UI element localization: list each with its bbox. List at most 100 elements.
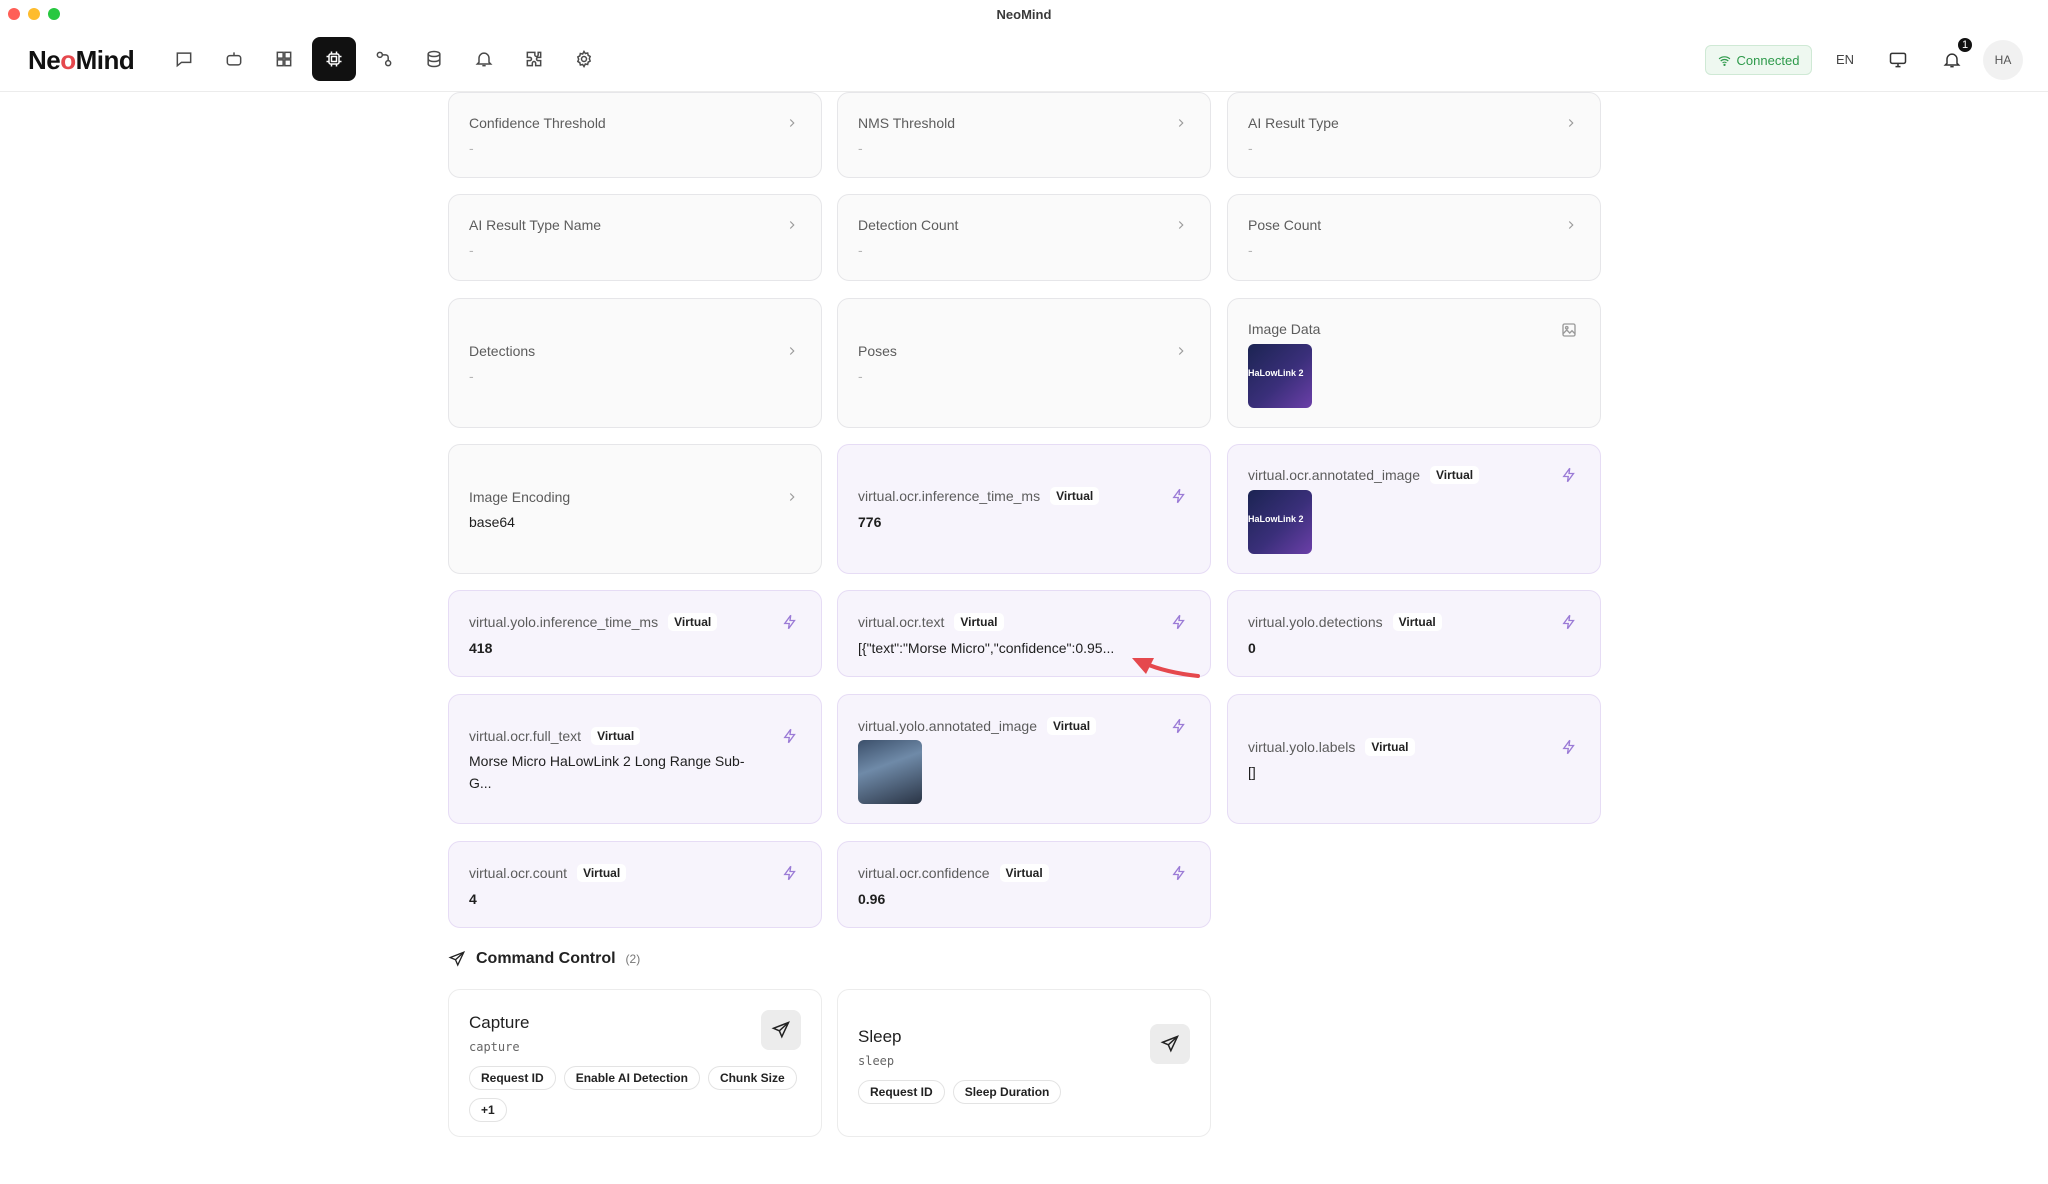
metric-label: AI Result Type bbox=[1248, 115, 1339, 131]
parameter-chip: Request ID bbox=[469, 1066, 556, 1090]
metric-value: - bbox=[469, 368, 474, 384]
maximize-window-button[interactable] bbox=[48, 8, 60, 20]
nav-alerts[interactable] bbox=[462, 37, 506, 81]
minimize-window-button[interactable] bbox=[28, 8, 40, 20]
image-data-thumbnail[interactable]: HaLowLink 2 bbox=[1248, 344, 1312, 408]
nav-settings[interactable] bbox=[562, 37, 606, 81]
more-parameters-chip[interactable]: +1 bbox=[469, 1098, 507, 1122]
metric-label: virtual.ocr.count Virtual bbox=[469, 864, 627, 882]
metric-card-ocr-full-text[interactable]: virtual.ocr.full_text Virtual Morse Micro… bbox=[448, 694, 822, 824]
nav-automation[interactable] bbox=[362, 37, 406, 81]
parameter-chip: Enable AI Detection bbox=[563, 1066, 700, 1090]
metric-value-line-2: G... bbox=[469, 775, 492, 791]
metric-card-yolo-detections[interactable]: virtual.yolo.detections Virtual 0 bbox=[1227, 590, 1601, 677]
metric-label: virtual.ocr.confidence Virtual bbox=[858, 864, 1049, 882]
command-title: Sleep bbox=[858, 1027, 902, 1046]
metric-label-text: virtual.ocr.text bbox=[858, 614, 945, 630]
main-nav bbox=[162, 37, 606, 81]
workflow-icon bbox=[376, 51, 392, 67]
command-card-capture[interactable]: Capture capture Request ID Enable AI Det… bbox=[448, 989, 822, 1137]
send-command-button[interactable] bbox=[761, 1010, 801, 1050]
nav-dashboard[interactable] bbox=[262, 37, 306, 81]
user-avatar[interactable]: HA bbox=[1983, 40, 2023, 80]
metric-card-yolo-inference-time[interactable]: virtual.yolo.inference_time_ms Virtual 41… bbox=[448, 590, 822, 677]
virtual-tag: Virtual bbox=[668, 613, 718, 631]
lightning-icon bbox=[1172, 718, 1185, 734]
nav-chat[interactable] bbox=[162, 37, 206, 81]
metric-card-yolo-labels[interactable]: virtual.yolo.labels Virtual [] bbox=[1227, 694, 1601, 824]
send-icon bbox=[448, 951, 466, 967]
send-command-button[interactable] bbox=[1150, 1024, 1190, 1064]
command-code: sleep bbox=[858, 1054, 895, 1068]
lightning-icon bbox=[783, 865, 796, 881]
metric-card-ocr-inference-time[interactable]: virtual.ocr.inference_time_ms Virtual 776 bbox=[837, 444, 1211, 574]
display-mode-button[interactable] bbox=[1888, 50, 1912, 74]
metric-card-ai-result-type[interactable]: AI Result Type - bbox=[1227, 92, 1601, 178]
yolo-annotated-thumbnail[interactable] bbox=[858, 740, 922, 804]
metric-value: - bbox=[1248, 140, 1253, 156]
thumbnail-text: HaLowLink 2 bbox=[1248, 514, 1304, 524]
metric-card-detection-count[interactable]: Detection Count - bbox=[837, 194, 1211, 281]
virtual-tag: Virtual bbox=[1430, 466, 1480, 484]
metric-label: virtual.yolo.annotated_image Virtual bbox=[858, 717, 1097, 735]
virtual-tag: Virtual bbox=[591, 727, 641, 745]
bell-icon bbox=[475, 52, 493, 67]
device-chip-icon bbox=[326, 51, 342, 67]
virtual-tag: Virtual bbox=[1050, 487, 1100, 505]
command-code: capture bbox=[469, 1040, 520, 1054]
metric-label-text: virtual.yolo.inference_time_ms bbox=[469, 614, 659, 630]
language-switcher[interactable]: EN bbox=[1836, 52, 1854, 67]
command-card-sleep[interactable]: Sleep sleep Request ID Sleep Duration bbox=[837, 989, 1211, 1137]
metric-value: [{"text":"Morse Micro","confidence":0.95… bbox=[858, 640, 1115, 656]
metric-label: Confidence Threshold bbox=[469, 115, 606, 131]
metric-value: - bbox=[469, 140, 474, 156]
nav-data[interactable] bbox=[412, 37, 456, 81]
nav-devices[interactable] bbox=[312, 37, 356, 81]
wifi-icon bbox=[1718, 55, 1730, 66]
metric-value: base64 bbox=[469, 514, 515, 530]
virtual-tag: Virtual bbox=[1047, 717, 1097, 735]
close-window-button[interactable] bbox=[8, 8, 20, 20]
metric-card-image-encoding[interactable]: Image Encoding base64 bbox=[448, 444, 822, 574]
app-logo[interactable]: NeoMind bbox=[28, 45, 135, 76]
metric-card-pose-count[interactable]: Pose Count - bbox=[1227, 194, 1601, 281]
logo-text-end: Mind bbox=[75, 45, 135, 75]
metric-value: [] bbox=[1248, 764, 1256, 780]
metric-card-ocr-count[interactable]: virtual.ocr.count Virtual 4 bbox=[448, 841, 822, 928]
metric-label-text: virtual.yolo.annotated_image bbox=[858, 718, 1038, 734]
metric-label: virtual.ocr.annotated_image Virtual bbox=[1248, 466, 1480, 484]
database-icon bbox=[427, 50, 441, 68]
virtual-tag: Virtual bbox=[577, 864, 627, 882]
metric-card-nms-threshold[interactable]: NMS Threshold - bbox=[837, 92, 1211, 178]
plugin-icon bbox=[526, 51, 542, 67]
metric-card-image-data[interactable]: Image Data HaLowLink 2 bbox=[1227, 298, 1601, 428]
metric-label: virtual.yolo.labels Virtual bbox=[1248, 738, 1415, 756]
metric-card-ai-result-type-name[interactable]: AI Result Type Name - bbox=[448, 194, 822, 281]
lightning-icon bbox=[783, 614, 796, 630]
nav-agents[interactable] bbox=[212, 37, 256, 81]
metric-card-detections[interactable]: Detections - bbox=[448, 298, 822, 428]
metric-value: - bbox=[1248, 242, 1253, 258]
metric-card-yolo-annotated-image[interactable]: virtual.yolo.annotated_image Virtual bbox=[837, 694, 1211, 824]
app-header: NeoMind Connected EN 1 HA bbox=[0, 28, 2048, 92]
metric-label-text: virtual.ocr.annotated_image bbox=[1248, 467, 1420, 483]
metric-value: - bbox=[469, 242, 474, 258]
metric-card-confidence-threshold[interactable]: Confidence Threshold - bbox=[448, 92, 822, 178]
nav-plugins[interactable] bbox=[512, 37, 556, 81]
metric-label: virtual.yolo.inference_time_ms Virtual bbox=[469, 613, 718, 631]
chevron-right-icon bbox=[1568, 119, 1574, 127]
metric-label: Detections bbox=[469, 343, 536, 359]
annotation-arrow-icon bbox=[1132, 658, 1200, 678]
metric-card-ocr-confidence[interactable]: virtual.ocr.confidence Virtual 0.96 bbox=[837, 841, 1211, 928]
connection-status-text: Connected bbox=[1736, 52, 1800, 68]
metric-card-poses[interactable]: Poses - bbox=[837, 298, 1211, 428]
metric-value: 418 bbox=[469, 640, 493, 656]
logo-text-o: o bbox=[60, 45, 76, 75]
ocr-annotated-thumbnail[interactable]: HaLowLink 2 bbox=[1248, 490, 1312, 554]
lightning-icon bbox=[1562, 614, 1575, 630]
metric-value: 0.96 bbox=[858, 891, 886, 907]
metric-card-ocr-annotated-image[interactable]: virtual.ocr.annotated_image Virtual HaLow… bbox=[1227, 444, 1601, 574]
window-controls bbox=[8, 8, 60, 20]
virtual-tag: Virtual bbox=[1392, 613, 1442, 631]
metric-label: AI Result Type Name bbox=[469, 217, 602, 233]
